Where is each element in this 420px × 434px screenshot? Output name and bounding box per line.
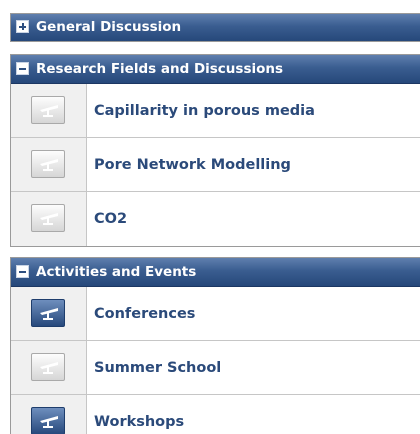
icon-cell	[11, 341, 87, 394]
section-general-discussion: General Discussion	[10, 13, 420, 42]
forum-row-summer-school: Summer School	[11, 341, 420, 395]
forum-row-workshops: Workshops	[11, 395, 420, 434]
plus-icon[interactable]	[16, 20, 29, 33]
forum-icon[interactable]	[31, 204, 65, 232]
forum-icon[interactable]	[31, 407, 65, 434]
icon-cell	[11, 192, 87, 246]
forum-link-workshops[interactable]: Workshops	[94, 395, 184, 434]
section-header-research-fields[interactable]: Research Fields and Discussions	[11, 55, 420, 84]
section-header-general-discussion[interactable]: General Discussion	[11, 14, 420, 41]
forum-row-co2: CO2	[11, 192, 420, 246]
forum-icon[interactable]	[31, 96, 65, 124]
forum-link-capillarity[interactable]: Capillarity in porous media	[94, 84, 315, 138]
section-title: Activities and Events	[36, 264, 197, 280]
forum-link-pore-network[interactable]: Pore Network Modelling	[94, 138, 291, 192]
forum-link-summer-school[interactable]: Summer School	[94, 341, 221, 395]
forum-icon[interactable]	[31, 353, 65, 381]
section-title: Research Fields and Discussions	[36, 61, 284, 77]
forum-icon[interactable]	[31, 299, 65, 327]
forum-icon[interactable]	[31, 150, 65, 178]
section-title: General Discussion	[36, 19, 182, 35]
forum-category-list: General Discussion Research Fields and D…	[0, 0, 420, 434]
icon-cell	[11, 138, 87, 191]
forum-link-conferences[interactable]: Conferences	[94, 287, 195, 341]
forum-row-capillarity: Capillarity in porous media	[11, 84, 420, 138]
section-research-fields: Research Fields and Discussions Capillar…	[10, 54, 420, 247]
minus-icon[interactable]	[16, 62, 29, 75]
section-activities-events: Activities and Events Conferences Summer…	[10, 257, 420, 434]
forum-link-co2[interactable]: CO2	[94, 192, 127, 246]
icon-cell	[11, 395, 87, 434]
forum-row-pore-network: Pore Network Modelling	[11, 138, 420, 192]
minus-icon[interactable]	[16, 265, 29, 278]
section-header-activities-events[interactable]: Activities and Events	[11, 258, 420, 287]
icon-cell	[11, 84, 87, 137]
forum-row-conferences: Conferences	[11, 287, 420, 341]
icon-cell	[11, 287, 87, 340]
